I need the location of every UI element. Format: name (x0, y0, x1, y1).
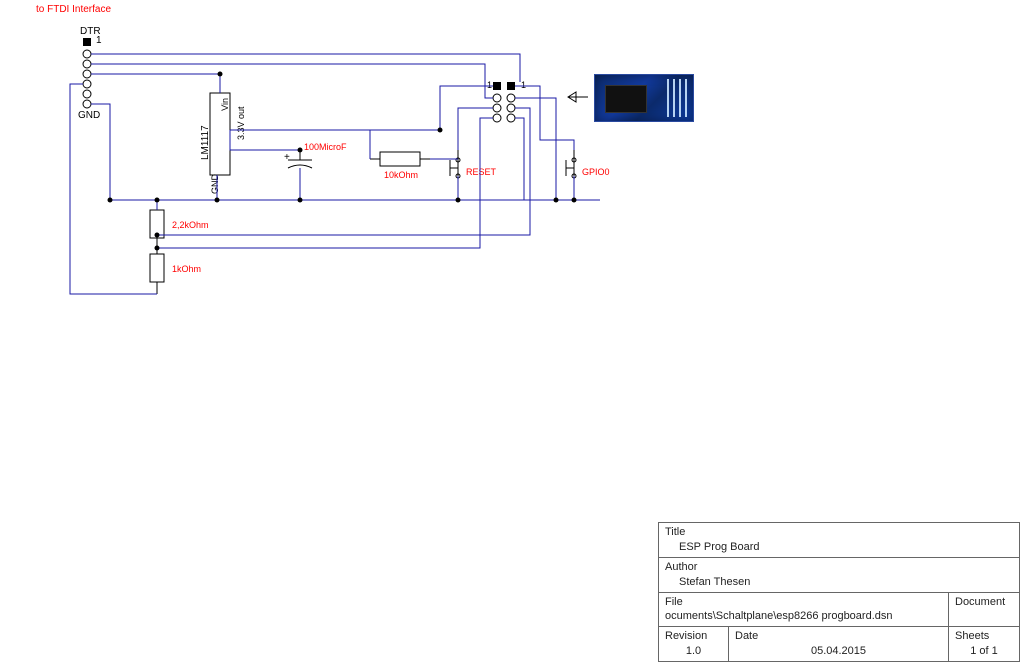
reset-label: RESET (466, 167, 497, 177)
switch-gpio0: GPIO0 (566, 150, 610, 200)
cap-100uf: 100MicroF + (284, 142, 347, 200)
tb-title-val: ESP Prog Board (665, 540, 1013, 555)
svg-text:+: + (284, 152, 290, 163)
esp8266-module-photo (594, 74, 694, 122)
tb-date-val: 05.04.2015 (735, 644, 942, 659)
tb-rev-val: 1.0 (665, 644, 722, 659)
lm1117-regulator: LM1117 Vin 3.3V out GND (200, 93, 246, 194)
label-ftdi: to FTDI Interface (36, 4, 111, 15)
lm1117-gnd: GND (210, 174, 220, 195)
lm1117-vin: Vin (220, 98, 230, 111)
label-gnd-conn: GND (78, 110, 100, 121)
r-1k: 1kOhm (150, 248, 201, 294)
tb-doc-head: Document (955, 595, 1013, 610)
tb-author-head: Author (665, 560, 1013, 575)
label-pin1-conn: 1 (96, 35, 102, 46)
r10k-label: 10kOhm (384, 170, 418, 180)
esp-arrow (568, 92, 588, 102)
switch-reset: RESET (450, 150, 497, 200)
r22k-label: 2,2kOhm (172, 220, 209, 230)
tb-author-val: Stefan Thesen (665, 575, 1013, 590)
tb-file-val: ocuments\Schaltplane\esp8266 progboard.d… (665, 609, 942, 624)
lm1117-name: LM1117 (200, 125, 211, 160)
title-block: Title ESP Prog Board Author Stefan These… (658, 522, 1020, 662)
tb-file-head: File (665, 595, 942, 610)
esp-pin1-l: 1 (487, 80, 492, 90)
gpio0-label: GPIO0 (582, 167, 610, 177)
cap-label: 100MicroF (304, 142, 347, 152)
lm1117-out: 3.3V out (236, 106, 246, 140)
esp-pin1-r: 1 (521, 80, 526, 90)
r-2-2k: 2,2kOhm (150, 200, 209, 248)
tb-sheets-val: 1 of 1 (955, 644, 1013, 659)
tb-date-head: Date (735, 629, 942, 644)
tb-sheets-head: Sheets (955, 629, 1013, 644)
r-10k: 10kOhm (370, 152, 430, 180)
tb-rev-head: Revision (665, 629, 722, 644)
tb-title-head: Title (665, 525, 1013, 540)
r1k-label: 1kOhm (172, 264, 201, 274)
